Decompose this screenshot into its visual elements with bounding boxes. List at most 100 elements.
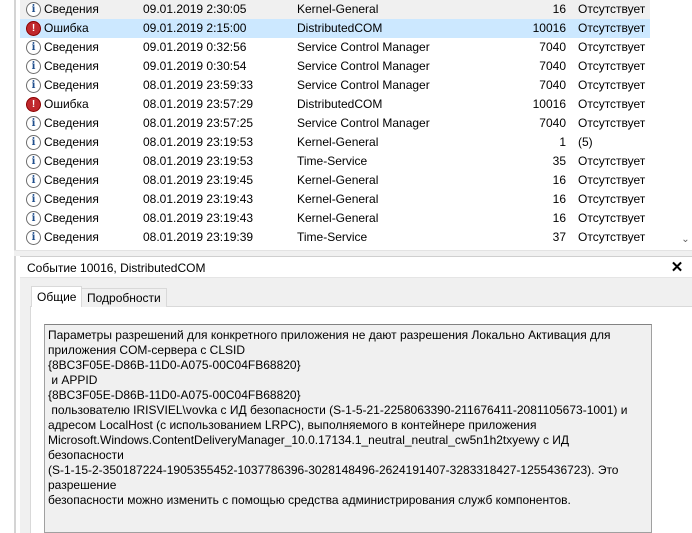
event-row[interactable]: i Сведения 08.01.2019 23:19:53 Kernel-Gener… — [20, 133, 650, 152]
event-date: 09.01.2019 0:32:56 — [143, 40, 247, 54]
event-task-category: Отсутствует — [578, 211, 646, 225]
event-id: 37 — [552, 230, 566, 244]
event-task-category: Отсутствует — [578, 154, 646, 168]
event-task-category: Отсутствует — [578, 78, 646, 92]
event-task-category: Отсутствует — [578, 21, 646, 35]
event-id: 16 — [552, 211, 566, 225]
info-icon: i — [26, 78, 41, 93]
event-level: Сведения — [44, 154, 99, 168]
error-icon: ! — [26, 21, 41, 36]
event-detail-header: Событие 10016, DistributedCOM ✕ — [20, 256, 692, 278]
event-date: 08.01.2019 23:19:53 — [143, 154, 254, 168]
event-level: Сведения — [44, 135, 99, 149]
event-task-category: Отсутствует — [578, 230, 646, 244]
event-level: Сведения — [44, 40, 99, 54]
event-date: 08.01.2019 23:57:29 — [143, 97, 254, 111]
event-id: 35 — [552, 154, 566, 168]
event-date: 08.01.2019 23:19:45 — [143, 173, 254, 187]
event-id: 10016 — [532, 97, 566, 111]
event-date: 08.01.2019 23:19:53 — [143, 135, 254, 149]
event-level: Сведения — [44, 211, 99, 225]
event-level: Сведения — [44, 173, 99, 187]
info-icon: i — [26, 230, 41, 245]
event-id: 7040 — [539, 78, 566, 92]
tab-details[interactable]: Подробности — [82, 288, 167, 307]
event-source: Kernel-General — [297, 173, 379, 187]
info-icon: i — [26, 154, 41, 169]
event-row[interactable]: i Сведения 08.01.2019 23:19:43 Kernel-Gener… — [20, 209, 650, 228]
event-source: Kernel-General — [297, 2, 379, 16]
event-level: Сведения — [44, 59, 99, 73]
event-id: 16 — [552, 2, 566, 16]
info-icon: i — [26, 40, 41, 55]
event-source: Time-Service — [297, 154, 368, 168]
event-row[interactable]: i Сведения 08.01.2019 23:19:39 Time-Service… — [20, 228, 650, 247]
event-source: Time-Service — [297, 230, 368, 244]
event-level: Сведения — [44, 192, 99, 206]
event-id: 7040 — [539, 116, 566, 130]
event-level: Ошибка — [44, 21, 89, 35]
event-id: 7040 — [539, 40, 566, 54]
event-id: 10016 — [532, 21, 566, 35]
info-icon: i — [26, 59, 41, 74]
event-row[interactable]: i Сведения 08.01.2019 23:19:43 Kernel-Gener… — [20, 190, 650, 209]
event-date: 08.01.2019 23:19:39 — [143, 230, 254, 244]
event-row[interactable]: ! Ошибка 09.01.2019 2:15:00 DistributedCOM 1… — [20, 19, 650, 38]
event-task-category: Отсутствует — [578, 40, 646, 54]
tab-general[interactable]: Общие — [31, 286, 83, 307]
event-source: Service Control Manager — [297, 59, 430, 73]
event-date: 08.01.2019 23:57:25 — [143, 116, 254, 130]
event-detail-panel: Общие Подробности Параметры разрешений д… — [20, 278, 692, 533]
event-level: Сведения — [44, 230, 99, 244]
event-task-category: Отсутствует — [578, 59, 646, 73]
event-row[interactable]: i Сведения 08.01.2019 23:19:53 Time-Service… — [20, 152, 650, 171]
event-row[interactable]: i Сведения 08.01.2019 23:57:25 Service Cont… — [20, 114, 650, 133]
event-viewer-window: i Сведения 09.01.2019 2:30:05 Kernel-Genera… — [0, 0, 692, 533]
chevron-down-icon[interactable]: ⌄ — [679, 233, 692, 247]
event-source: Service Control Manager — [297, 116, 430, 130]
event-id: 7040 — [539, 59, 566, 73]
event-id: 1 — [559, 135, 566, 149]
event-source: Kernel-General — [297, 211, 379, 225]
event-date: 09.01.2019 2:30:05 — [143, 2, 247, 16]
event-source: Kernel-General — [297, 192, 379, 206]
event-row[interactable]: ! Ошибка 08.01.2019 23:57:29 DistributedCOM… — [20, 95, 650, 114]
event-source: Service Control Manager — [297, 40, 430, 54]
event-level: Сведения — [44, 2, 99, 16]
event-row[interactable]: i Сведения 09.01.2019 0:30:54 Service Contr… — [20, 57, 650, 76]
info-icon: i — [26, 173, 41, 188]
event-row[interactable]: i Сведения 09.01.2019 2:30:05 Kernel-Genera… — [20, 0, 650, 19]
info-icon: i — [26, 116, 41, 131]
event-description-text: Параметры разрешений для конкретного при… — [48, 328, 628, 507]
event-description-box[interactable]: Параметры разрешений для конкретного при… — [44, 324, 652, 533]
event-list-scrollbar[interactable]: ⌄ — [679, 0, 692, 250]
event-task-category: Отсутствует — [578, 192, 646, 206]
event-id: 16 — [552, 192, 566, 206]
info-icon: i — [26, 192, 41, 207]
event-level: Сведения — [44, 116, 99, 130]
event-source: DistributedCOM — [297, 97, 383, 111]
event-date: 08.01.2019 23:19:43 — [143, 192, 254, 206]
event-list[interactable]: i Сведения 09.01.2019 2:30:05 Kernel-Genera… — [20, 0, 680, 250]
event-row[interactable]: i Сведения 08.01.2019 23:59:33 Service Cont… — [20, 76, 650, 95]
event-source: Service Control Manager — [297, 78, 430, 92]
info-icon: i — [26, 135, 41, 150]
event-task-category: Отсутствует — [578, 173, 646, 187]
event-level: Ошибка — [44, 97, 89, 111]
event-row[interactable]: i Сведения 09.01.2019 0:32:56 Service Contr… — [20, 38, 650, 57]
event-task-category: Отсутствует — [578, 116, 646, 130]
event-date: 08.01.2019 23:59:33 — [143, 78, 254, 92]
event-level: Сведения — [44, 78, 99, 92]
event-task-category: Отсутствует — [578, 2, 646, 16]
event-id: 16 — [552, 173, 566, 187]
event-source: DistributedCOM — [297, 21, 383, 35]
close-icon[interactable]: ✕ — [668, 258, 686, 277]
event-source: Kernel-General — [297, 135, 379, 149]
info-icon: i — [26, 211, 41, 226]
error-icon: ! — [26, 97, 41, 112]
pane-border — [14, 0, 16, 533]
event-detail-title: Событие 10016, DistributedCOM — [27, 261, 206, 275]
event-task-category: (5) — [578, 135, 593, 149]
event-date: 09.01.2019 0:30:54 — [143, 59, 247, 73]
event-row[interactable]: i Сведения 08.01.2019 23:19:45 Kernel-Gener… — [20, 171, 650, 190]
